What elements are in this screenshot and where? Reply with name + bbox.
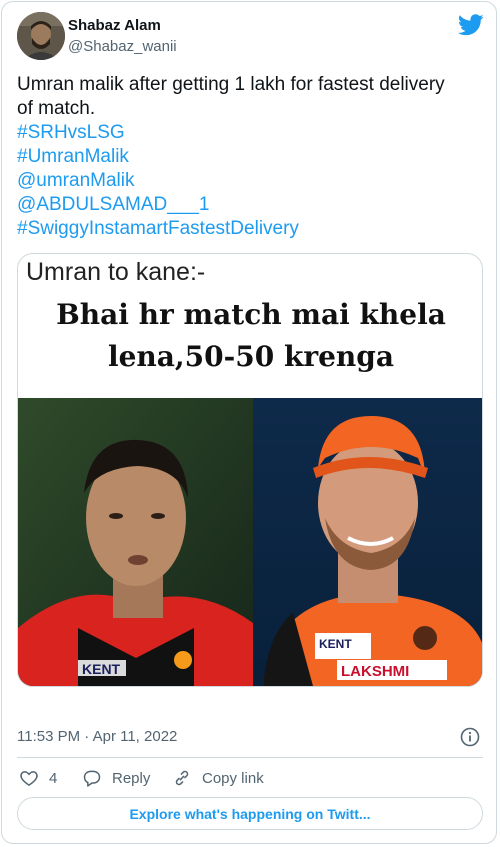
- tweet-text: Umran malik after getting 1 lakh for fas…: [17, 73, 485, 241]
- tweet-media[interactable]: Umran to kane:- Bhai hr match mai khela …: [17, 253, 483, 687]
- link-icon: [175, 770, 189, 786]
- tweet-actions: 4 Reply Copy link: [17, 765, 483, 791]
- copy-link-button[interactable]: Copy link: [172, 765, 264, 791]
- divider: [17, 757, 483, 758]
- avatar[interactable]: [17, 12, 65, 60]
- reply-icon: [83, 770, 101, 787]
- umran-photo: KENT: [18, 398, 253, 686]
- meme-top-text: Umran to kane:-: [26, 258, 206, 286]
- mention-link[interactable]: @umranMalik: [17, 169, 485, 193]
- meme-caption: Bhai hr match mai khela lena,50-50 kreng…: [18, 294, 482, 378]
- mention-link[interactable]: @ABDULSAMAD___1: [17, 193, 485, 217]
- explore-button[interactable]: Explore what's happening on Twitt...: [17, 797, 483, 830]
- reply-button[interactable]: Reply: [82, 765, 150, 791]
- meme-caption-line: Bhai hr match mai khela: [56, 298, 446, 331]
- meme-caption-line: lena,50-50 krenga: [107, 340, 395, 373]
- tweet-timestamp[interactable]: 11:53 PM · Apr 11, 2022: [17, 728, 177, 745]
- hashtag-link[interactable]: #SwiggyInstamartFastestDelivery: [17, 217, 485, 241]
- hashtag-link[interactable]: #UmranMalik: [17, 145, 485, 169]
- kane-photo: KENT LAKSHMI: [253, 398, 482, 686]
- reply-label: Reply: [112, 769, 151, 787]
- jersey-text: KENT: [319, 637, 352, 651]
- jersey-text: LAKSHMI: [341, 663, 409, 680]
- author-handle[interactable]: @Shabaz_wanii: [68, 38, 177, 55]
- like-count: 4: [49, 769, 58, 787]
- info-icon[interactable]: [460, 727, 480, 747]
- hashtag-link[interactable]: #SRHvsLSG: [17, 121, 485, 145]
- avatar-image: [17, 12, 65, 60]
- like-button[interactable]: 4: [19, 765, 57, 791]
- heart-icon: [20, 771, 38, 786]
- copy-link-label: Copy link: [202, 769, 264, 787]
- tweet-text-line: Umran malik after getting 1 lakh for fas…: [17, 74, 445, 95]
- twitter-bird-icon[interactable]: [458, 14, 484, 36]
- tweet-text-line: of match.: [17, 98, 96, 119]
- jersey-text: KENT: [82, 661, 121, 677]
- author-name[interactable]: Shabaz Alam: [68, 17, 161, 34]
